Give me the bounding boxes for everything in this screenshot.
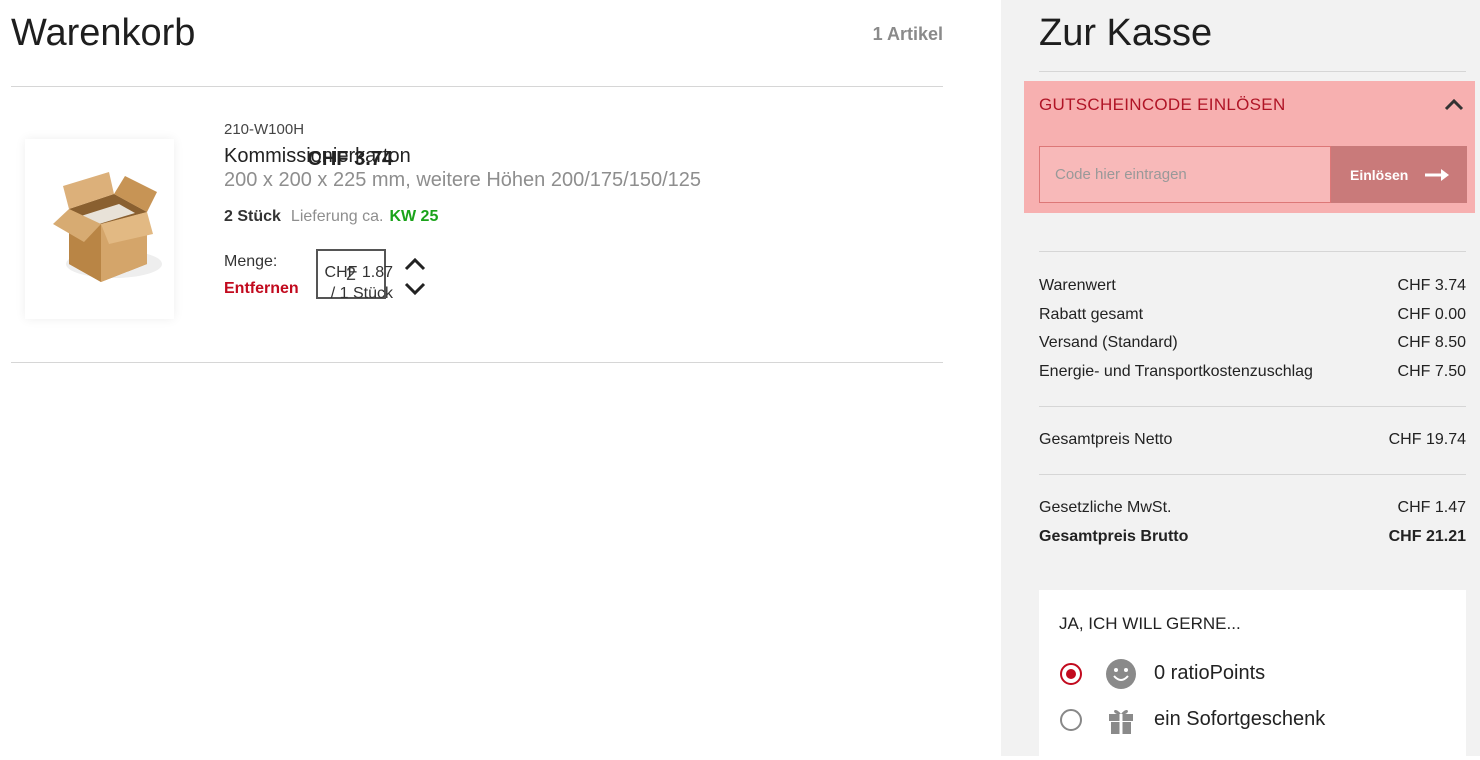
chevron-down-icon — [404, 282, 426, 296]
product-dimensions: 200 x 200 x 225 mm, weitere Höhen 200/17… — [224, 169, 701, 191]
gift-icon — [1109, 709, 1133, 734]
coupon-collapse-button[interactable] — [1443, 96, 1465, 117]
smiley-icon — [1106, 659, 1136, 689]
vat-label: Gesetzliche MwSt. — [1039, 499, 1172, 516]
cart-panel: Warenkorb 1 Artikel 210-W100H Kommission… — [0, 0, 1000, 756]
arrow-right-icon — [1425, 168, 1450, 181]
quantity-delivery-line: 2 Stück Lieferung ca. KW 25 — [224, 208, 438, 226]
summary-row: Versand (Standard) CHF 8.50 — [1039, 334, 1466, 352]
cardboard-box-icon — [53, 172, 162, 282]
unit-price-per: / 1 Stück — [330, 285, 393, 302]
page-title: Warenkorb — [11, 12, 196, 54]
summary-row: Rabatt gesamt CHF 0.00 — [1039, 306, 1466, 324]
line-total-price: CHF 3.74 — [307, 148, 393, 170]
ratiopoints-radio[interactable] — [1060, 663, 1082, 685]
unit-price: CHF 1.87 / 1 Stück — [325, 262, 393, 304]
chevron-up-icon — [1444, 98, 1464, 111]
divider — [11, 362, 943, 363]
gross-total-label: Gesamtpreis Brutto — [1039, 528, 1189, 545]
divider — [1039, 474, 1466, 475]
gift-label[interactable]: ein Sofortgeschenk — [1154, 708, 1325, 731]
gross-total-row: Gesamtpreis Brutto CHF 21.21 — [1039, 528, 1466, 546]
remove-item-link[interactable]: Entfernen — [224, 280, 299, 298]
delivery-week: KW 25 — [389, 208, 439, 225]
bonus-title: JA, ICH WILL GERNE... — [1059, 614, 1241, 633]
gross-total-value: CHF 21.21 — [1388, 528, 1466, 545]
divider — [1039, 71, 1466, 72]
net-total-row: Gesamtpreis Netto CHF 19.74 — [1039, 431, 1466, 449]
unit-price-value: CHF 1.87 — [324, 264, 393, 281]
quantity-text: 2 Stück — [224, 208, 281, 225]
summary-row: Warenwert CHF 3.74 — [1039, 277, 1466, 295]
redeem-button-label: Einlösen — [1350, 166, 1409, 183]
coupon-toggle[interactable]: GUTSCHEINCODE EINLÖSEN — [1039, 95, 1286, 115]
divider — [1039, 251, 1466, 252]
net-total-label: Gesamtpreis Netto — [1039, 431, 1173, 448]
coupon-code-input[interactable] — [1039, 146, 1331, 203]
quantity-decrease-button[interactable] — [402, 280, 428, 298]
chevron-up-icon — [404, 257, 426, 271]
product-sku: 210-W100H — [224, 121, 305, 138]
summary-value: CHF 0.00 — [1397, 306, 1466, 323]
summary-label: Energie- und Transportkostenzuschlag — [1039, 363, 1313, 380]
summary-value: CHF 8.50 — [1397, 334, 1466, 351]
summary-label: Versand (Standard) — [1039, 334, 1178, 351]
summary-label: Rabatt gesamt — [1039, 306, 1144, 323]
checkout-title: Zur Kasse — [1039, 12, 1213, 54]
vat-value: CHF 1.47 — [1397, 499, 1466, 516]
vat-row: Gesetzliche MwSt. CHF 1.47 — [1039, 499, 1466, 517]
product-image[interactable] — [25, 139, 174, 319]
quantity-increase-button[interactable] — [402, 255, 428, 273]
redeem-coupon-button[interactable]: Einlösen — [1331, 146, 1467, 203]
summary-label: Warenwert — [1039, 277, 1116, 294]
gift-radio[interactable] — [1060, 709, 1082, 731]
summary-row: Energie- und Transportkostenzuschlag CHF… — [1039, 363, 1466, 381]
quantity-label: Menge: — [224, 253, 278, 270]
delivery-label: Lieferung ca. — [290, 208, 384, 225]
ratiopoints-label[interactable]: 0 ratioPoints — [1154, 662, 1265, 685]
divider — [1039, 406, 1466, 407]
coupon-panel: GUTSCHEINCODE EINLÖSEN Einlösen — [1024, 81, 1475, 213]
item-count: 1 Artikel — [872, 24, 943, 44]
summary-value: CHF 3.74 — [1397, 277, 1466, 294]
divider — [11, 86, 943, 87]
net-total-value: CHF 19.74 — [1388, 431, 1466, 448]
bonus-panel: JA, ICH WILL GERNE... 0 ratioPoints ein … — [1039, 590, 1466, 760]
summary-value: CHF 7.50 — [1397, 363, 1466, 380]
